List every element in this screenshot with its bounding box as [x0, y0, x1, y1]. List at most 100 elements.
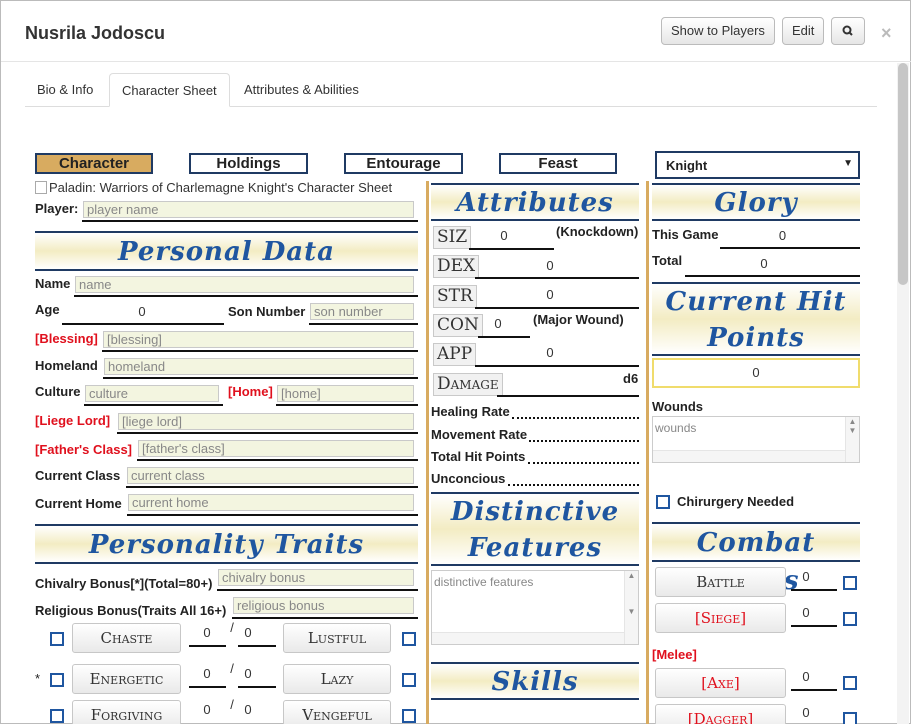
lustful-underline: [238, 645, 276, 647]
axe-value[interactable]: 0: [791, 669, 821, 684]
chevron-down-icon: ▼: [843, 158, 853, 169]
vengeful-value[interactable]: 0: [238, 702, 258, 717]
chirurgery-checkbox[interactable]: [656, 495, 670, 509]
culture-input[interactable]: culture: [85, 385, 219, 402]
lustful-value[interactable]: 0: [238, 625, 258, 640]
culture-underline: [84, 404, 223, 406]
total-glory-value[interactable]: 0: [685, 256, 843, 271]
siz-value[interactable]: 0: [469, 228, 539, 243]
scrollbar-thumb[interactable]: [898, 63, 908, 285]
distinctive-features-textarea[interactable]: distinctive features ▲ ▼: [431, 570, 639, 645]
trait-separator: /: [230, 661, 234, 676]
unconcious-label: Unconcious: [431, 471, 506, 486]
damage-label[interactable]: Damage: [433, 373, 503, 396]
con-label[interactable]: CON: [433, 314, 483, 337]
lustful-button[interactable]: Lustful: [283, 623, 391, 653]
name-label: Name: [35, 276, 71, 291]
app-label[interactable]: APP: [433, 343, 477, 366]
siege-button[interactable]: [Siege]: [655, 603, 786, 633]
healing-rate-label: Healing Rate: [431, 404, 510, 419]
name-input[interactable]: name: [75, 276, 414, 293]
banner-image: Paladin: Warriors of Charlemagne Knight'…: [35, 180, 392, 195]
battle-checkbox[interactable]: [843, 576, 857, 590]
lustful-checkbox[interactable]: [402, 632, 416, 646]
dagger-value[interactable]: 0: [791, 705, 821, 720]
siz-label[interactable]: SIZ: [433, 226, 472, 249]
lazy-value[interactable]: 0: [238, 666, 258, 681]
axe-checkbox[interactable]: [843, 676, 857, 690]
textarea-hscrollbar[interactable]: [432, 632, 624, 644]
lazy-checkbox[interactable]: [402, 673, 416, 687]
textarea-hscrollbar[interactable]: [653, 450, 845, 462]
liege-lord-underline: [117, 432, 418, 434]
battle-value[interactable]: 0: [791, 569, 821, 584]
dex-label[interactable]: DEX: [433, 255, 480, 278]
forgiving-checkbox[interactable]: [50, 709, 64, 723]
fathers-class-label: [Father's Class]: [35, 442, 133, 457]
siz-note: (Knockdown): [556, 224, 639, 239]
nav-character-button[interactable]: Character: [35, 153, 153, 174]
age-value[interactable]: 0: [62, 304, 222, 319]
column-divider-right: [646, 181, 649, 724]
wounds-textarea[interactable]: wounds ▲ ▼: [652, 416, 860, 463]
textarea-scrollbar[interactable]: ▲ ▼: [624, 571, 638, 644]
battle-button[interactable]: Battle: [655, 567, 786, 597]
skills-header: Skills: [431, 662, 639, 700]
this-game-value[interactable]: 0: [720, 228, 845, 243]
home-underline: [276, 404, 418, 406]
nav-holdings-button[interactable]: Holdings: [189, 153, 308, 174]
app-value[interactable]: 0: [475, 345, 625, 360]
chivalry-bonus-input[interactable]: chivalry bonus: [218, 569, 414, 586]
str-value[interactable]: 0: [475, 287, 625, 302]
lazy-button[interactable]: Lazy: [283, 664, 391, 694]
homeland-input[interactable]: homeland: [104, 358, 414, 375]
energetic-button[interactable]: Energetic: [72, 664, 181, 694]
siege-value[interactable]: 0: [791, 605, 821, 620]
player-name-input[interactable]: player name: [83, 201, 414, 218]
dagger-checkbox[interactable]: [843, 712, 857, 724]
con-value[interactable]: 0: [478, 316, 518, 331]
religious-bonus-input[interactable]: religious bonus: [233, 597, 414, 614]
nav-feast-button[interactable]: Feast: [499, 153, 617, 174]
energetic-checkbox[interactable]: [50, 673, 64, 687]
sheet-type-select[interactable]: Knight ▼: [655, 151, 860, 179]
nav-entourage-button[interactable]: Entourage: [344, 153, 463, 174]
app-underline: [475, 365, 639, 367]
energetic-value[interactable]: 0: [189, 666, 225, 681]
trait-separator: /: [230, 620, 234, 635]
fathers-class-input[interactable]: [father's class]: [138, 440, 414, 457]
banner-alt-text: Paladin: Warriors of Charlemagne Knight'…: [49, 180, 393, 195]
chaste-value[interactable]: 0: [189, 625, 225, 640]
movement-rate-line: [529, 440, 639, 442]
home-input[interactable]: [home]: [277, 385, 414, 402]
vengeful-button[interactable]: Vengeful: [283, 700, 391, 724]
total-hit-points-label: Total Hit Points: [431, 449, 526, 464]
current-home-input[interactable]: current home: [128, 494, 414, 511]
blessing-input[interactable]: [blessing]: [103, 331, 414, 348]
chaste-checkbox[interactable]: [50, 632, 64, 646]
dialog-scrollbar[interactable]: [897, 63, 909, 724]
vengeful-checkbox[interactable]: [402, 709, 416, 723]
unconcious-line: [508, 484, 639, 486]
liege-lord-input[interactable]: [liege lord]: [118, 413, 414, 430]
chaste-button[interactable]: Chaste: [72, 623, 181, 653]
dex-value[interactable]: 0: [475, 258, 625, 273]
axe-button[interactable]: [Axe]: [655, 668, 786, 698]
attributes-header: Attributes: [431, 183, 639, 221]
current-class-input[interactable]: current class: [127, 467, 414, 484]
forgiving-button[interactable]: Forgiving: [72, 700, 181, 724]
dex-underline: [475, 277, 639, 279]
siege-checkbox[interactable]: [843, 612, 857, 626]
textarea-scrollbar[interactable]: ▲ ▼: [845, 417, 859, 462]
current-hit-points-input[interactable]: 0: [652, 358, 860, 388]
son-number-label: Son Number: [228, 304, 306, 319]
siege-underline: [791, 625, 837, 627]
son-number-input[interactable]: son number: [310, 303, 414, 320]
melee-label: [Melee]: [652, 647, 697, 662]
broken-image-icon: [35, 181, 47, 194]
str-label[interactable]: STR: [433, 285, 477, 308]
name-underline: [74, 295, 418, 297]
forgiving-value[interactable]: 0: [189, 702, 225, 717]
dagger-button[interactable]: [Dagger]: [655, 704, 786, 724]
current-class-underline: [126, 486, 418, 488]
